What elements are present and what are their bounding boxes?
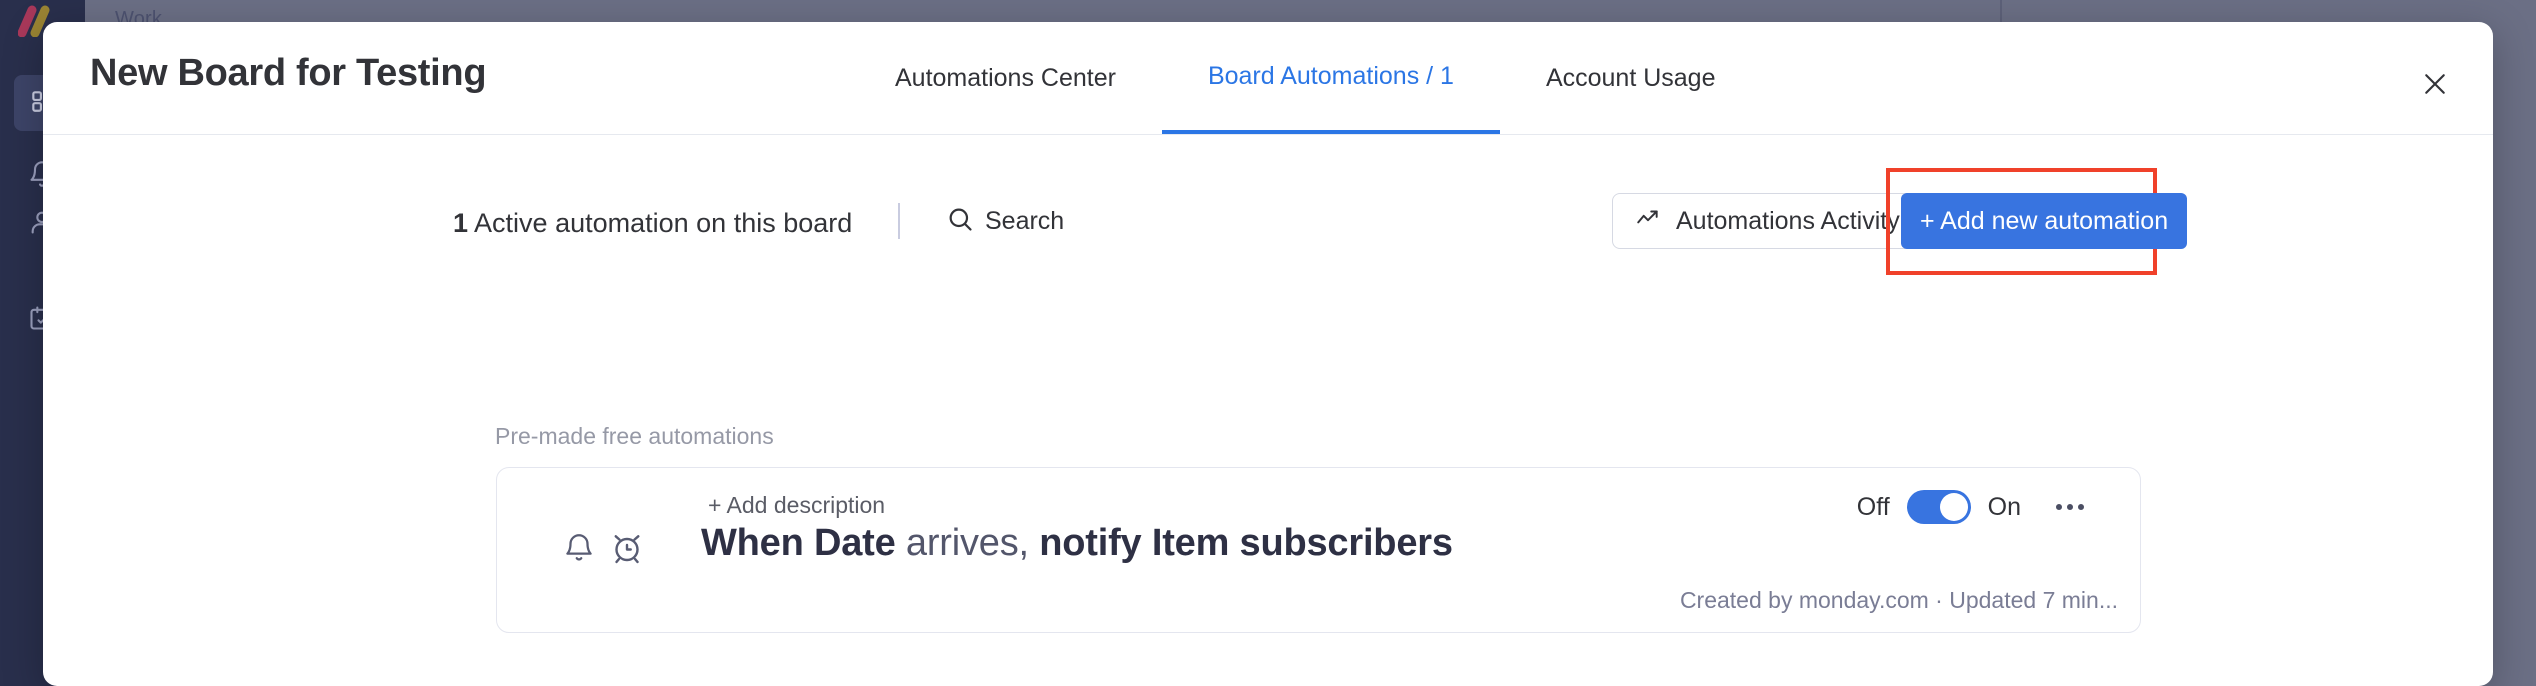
trending-up-icon: [1635, 205, 1661, 238]
automation-toggle-group: Off On: [1857, 490, 2090, 524]
active-count-number: 1: [453, 208, 468, 238]
close-button[interactable]: [2414, 65, 2456, 107]
toggle-off-label: Off: [1857, 493, 1890, 522]
more-options-icon-dot2: [2067, 504, 2073, 510]
active-count-text: Active automation on this board: [474, 208, 852, 238]
bell-icon: [562, 531, 596, 570]
automation-toggle[interactable]: [1907, 490, 1971, 524]
alarm-clock-icon: [609, 530, 645, 571]
tab-board-automations[interactable]: Board Automations / 1: [1162, 22, 1500, 134]
sentence-arrives: arrives,: [896, 522, 1040, 564]
toggle-on-label: On: [1988, 493, 2021, 522]
add-description-button[interactable]: + Add description: [708, 492, 885, 519]
modal-header: New Board for Testing Automations Center…: [43, 22, 2493, 135]
more-options-icon: [2056, 504, 2062, 510]
automation-meta: Created by monday.com · Updated 7 min...: [1680, 587, 2118, 614]
toggle-knob: [1940, 493, 1968, 521]
modal-tabs: Automations Center Board Automations / 1…: [849, 22, 1761, 134]
section-label: Pre-made free automations: [495, 423, 774, 450]
search-label: Search: [985, 207, 1064, 236]
automations-activity-button[interactable]: Automations Activity: [1612, 193, 1923, 249]
search-button[interactable]: Search: [946, 205, 1064, 238]
automation-icons: [562, 530, 645, 571]
automation-sentence: When Date arrives, notify Item subscribe…: [701, 522, 1453, 565]
automations-modal: New Board for Testing Automations Center…: [43, 22, 2493, 686]
more-options-icon-dot3: [2078, 504, 2084, 510]
sentence-trigger[interactable]: Date: [814, 522, 896, 564]
search-icon: [946, 205, 974, 238]
toolbar-divider: [898, 203, 900, 239]
page-title: New Board for Testing: [90, 52, 486, 95]
active-automations-count: 1 Active automation on this board: [453, 208, 852, 239]
automation-card[interactable]: + Add description: [496, 467, 2141, 633]
automations-toolbar: 1 Active automation on this board Search: [43, 135, 2493, 245]
more-options-button[interactable]: [2050, 498, 2090, 516]
add-new-automation-button[interactable]: + Add new automation: [1901, 193, 2187, 249]
tab-automations-center[interactable]: Automations Center: [849, 22, 1162, 134]
sentence-when: When: [701, 522, 814, 564]
sentence-action[interactable]: notify Item subscribers: [1039, 522, 1453, 564]
automations-activity-label: Automations Activity: [1676, 207, 1900, 236]
close-icon: [2420, 69, 2450, 104]
tab-account-usage[interactable]: Account Usage: [1500, 22, 1762, 134]
